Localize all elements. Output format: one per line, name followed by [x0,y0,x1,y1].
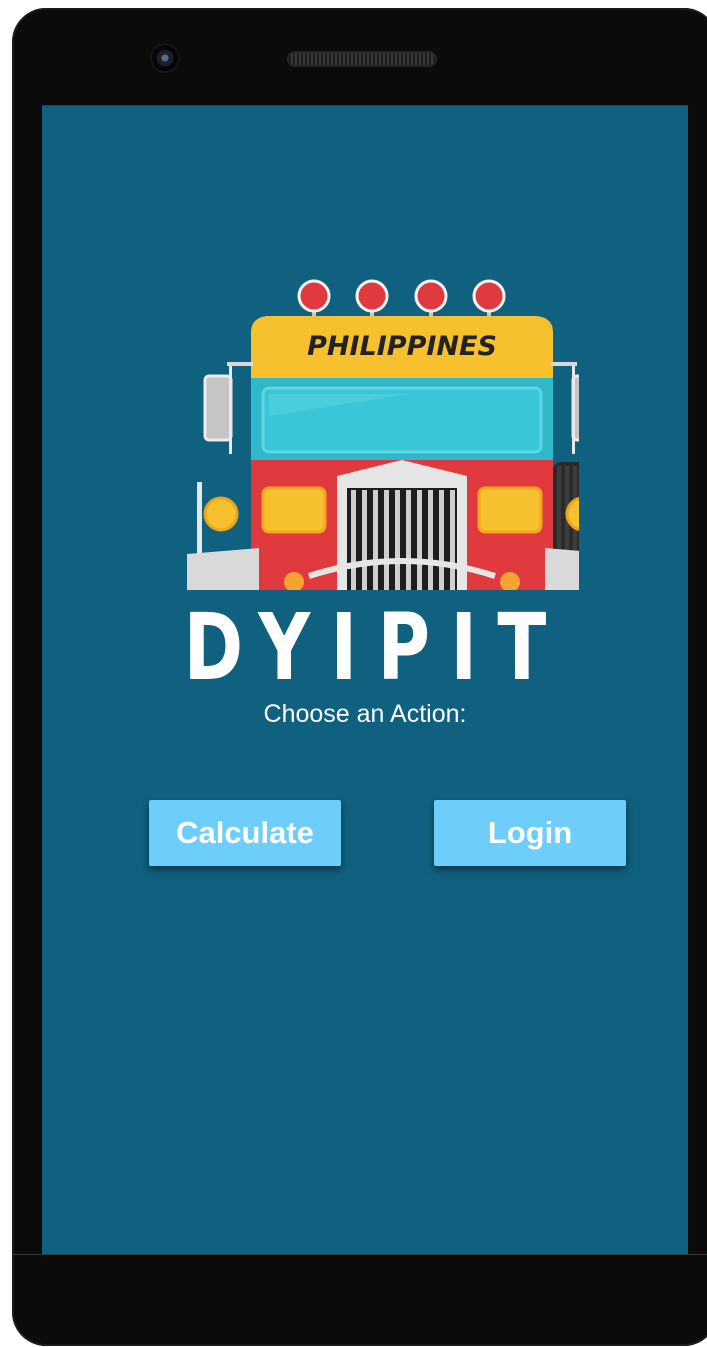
login-button[interactable]: Login [434,800,626,866]
app-title: DYIPIT [183,594,567,701]
app-screen: PHILIPPINES DYIPIT Choose an Action: Cal… [42,106,688,1254]
frame-divider-bottom [12,1254,707,1255]
jeepney-logo-icon: PHILIPPINES [159,266,579,590]
calculate-button[interactable]: Calculate [149,800,341,866]
earpiece-speaker-icon [287,51,437,67]
front-camera-icon [152,45,178,71]
logo-banner-text: PHILIPPINES [307,331,497,362]
roof-lights [297,279,506,320]
choose-action-label: Choose an Action: [263,700,467,728]
phone-frame: PHILIPPINES DYIPIT Choose an Action: Cal… [12,8,707,1346]
